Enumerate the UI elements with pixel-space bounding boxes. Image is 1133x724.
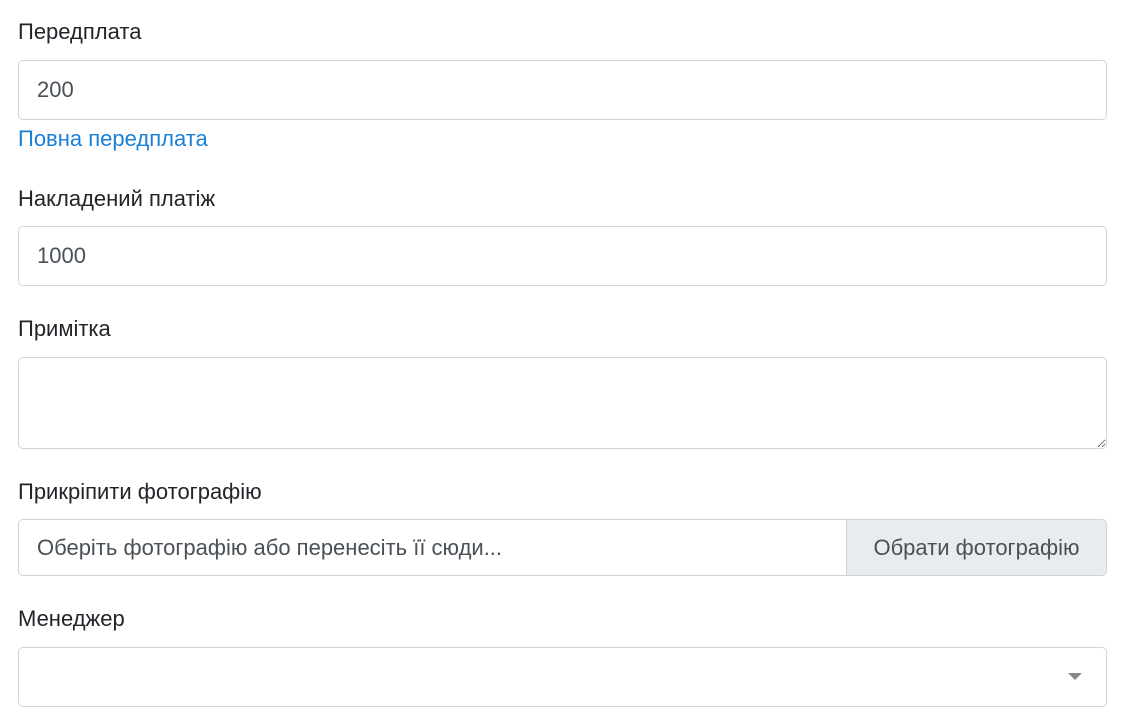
photo-label: Прикріпити фотографію	[18, 479, 262, 504]
manager-label: Менеджер	[18, 606, 125, 631]
choose-photo-button[interactable]: Обрати фотографію	[846, 520, 1106, 575]
note-label: Примітка	[18, 316, 111, 341]
note-textarea[interactable]	[18, 357, 1107, 449]
prepayment-input[interactable]	[18, 60, 1107, 120]
prepayment-label: Передплата	[18, 19, 142, 44]
photo-file-input[interactable]: Оберіть фотографію або перенесіть її сюд…	[18, 519, 1107, 576]
photo-file-placeholder: Оберіть фотографію або перенесіть її сюд…	[37, 535, 503, 560]
cod-payment-input[interactable]	[18, 226, 1107, 286]
chevron-down-icon	[1068, 673, 1082, 680]
cod-payment-label: Накладений платіж	[18, 186, 216, 211]
manager-select[interactable]	[18, 647, 1107, 707]
full-prepayment-link[interactable]: Повна передплата	[18, 125, 208, 153]
